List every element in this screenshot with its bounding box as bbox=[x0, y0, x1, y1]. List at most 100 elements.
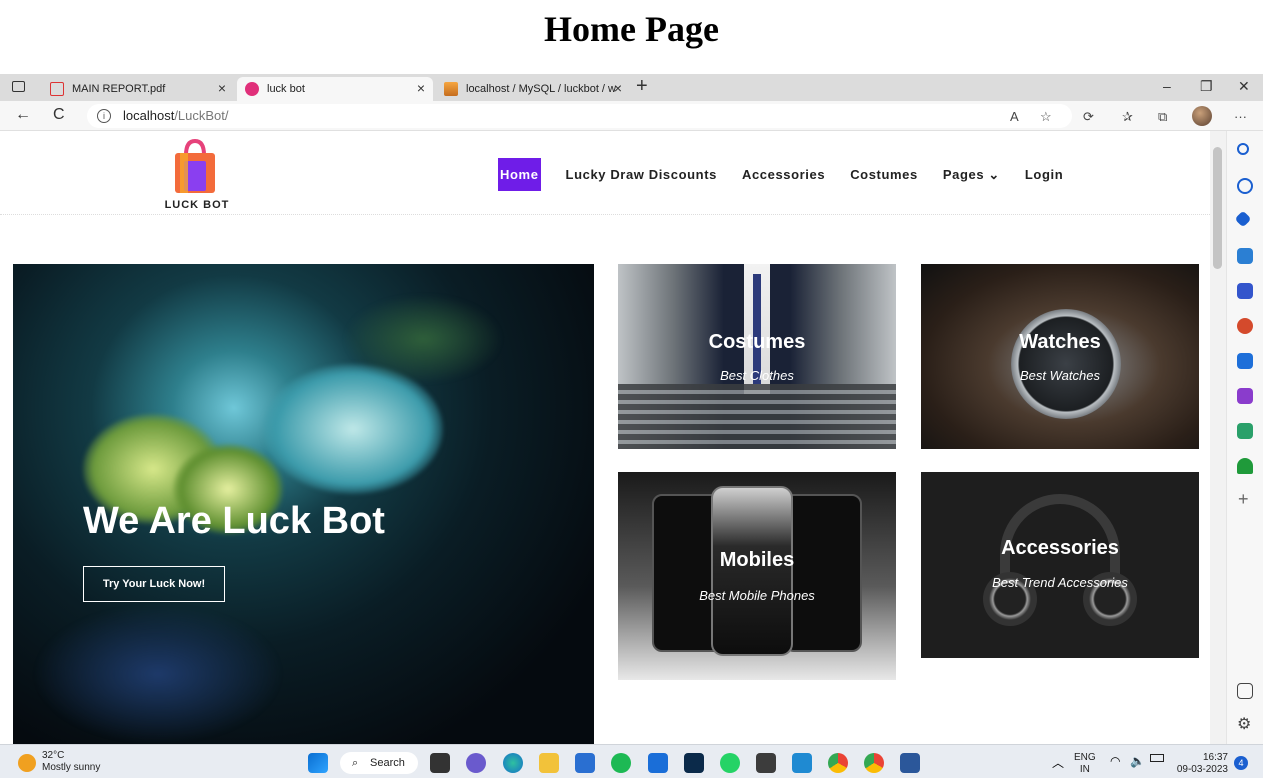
restore-button[interactable]: ❐ bbox=[1200, 78, 1213, 95]
shopping-bag-icon bbox=[175, 138, 215, 193]
close-tab-icon[interactable]: × bbox=[417, 80, 425, 96]
outlook-icon[interactable] bbox=[1237, 353, 1253, 369]
edge-icon[interactable] bbox=[503, 753, 523, 773]
phpmyadmin-icon bbox=[444, 82, 458, 96]
notification-badge[interactable]: 4 bbox=[1234, 756, 1248, 770]
send-icon[interactable] bbox=[1237, 423, 1253, 439]
card-title: Accessories bbox=[1001, 537, 1119, 559]
edge-sidebar: + ⚙ bbox=[1226, 131, 1263, 744]
office-icon[interactable] bbox=[1237, 318, 1253, 334]
menu-accessories[interactable]: Accessories bbox=[742, 167, 825, 182]
photoshop-icon[interactable] bbox=[684, 753, 704, 773]
sublime-text-icon[interactable] bbox=[756, 753, 776, 773]
site-header: LUCK BOT Home Lucky Draw Discounts Acces… bbox=[0, 131, 1210, 215]
luck-bot-favicon-icon bbox=[245, 82, 259, 96]
temperature: 32°C bbox=[42, 750, 65, 761]
battery-icon[interactable] bbox=[1150, 754, 1164, 762]
new-tab-button[interactable]: + bbox=[636, 75, 648, 98]
designer-icon[interactable] bbox=[1237, 388, 1253, 404]
chrome-icon[interactable] bbox=[828, 753, 848, 773]
logo-text: LUCK BOT bbox=[164, 199, 230, 211]
menu-home[interactable]: Home bbox=[498, 158, 541, 191]
minimize-button[interactable]: – bbox=[1163, 78, 1171, 94]
luck-bot-logo[interactable]: LUCK BOT bbox=[162, 137, 232, 211]
whatsapp-icon[interactable] bbox=[720, 753, 740, 773]
menu-lucky-draw-discounts[interactable]: Lucky Draw Discounts bbox=[566, 167, 717, 182]
tab-luck-bot[interactable]: luck bot × bbox=[237, 77, 433, 101]
bing-chat-icon[interactable] bbox=[1237, 178, 1253, 194]
vscode-icon[interactable] bbox=[792, 753, 812, 773]
search-label: Search bbox=[370, 757, 405, 769]
card-subtitle: Best Watches bbox=[1020, 368, 1100, 383]
search-icon[interactable] bbox=[1237, 143, 1249, 155]
task-view-icon[interactable] bbox=[430, 753, 450, 773]
taskbar-search[interactable]: ⌕ Search bbox=[340, 752, 418, 774]
language-indicator[interactable]: ENG IN bbox=[1074, 752, 1096, 776]
games-icon[interactable] bbox=[1237, 283, 1253, 299]
wifi-icon[interactable]: ◠ bbox=[1110, 754, 1120, 768]
favorites-icon[interactable]: ✰ bbox=[1122, 109, 1133, 125]
volume-icon[interactable]: 🔈 bbox=[1130, 754, 1145, 768]
chat-icon[interactable] bbox=[466, 753, 486, 773]
url-host: localhost bbox=[123, 108, 175, 123]
tab-main-report[interactable]: MAIN REPORT.pdf × bbox=[42, 77, 234, 101]
spotify-icon[interactable] bbox=[611, 753, 631, 773]
scrollbar-thumb[interactable] bbox=[1213, 147, 1222, 269]
hide-sidebar-icon[interactable] bbox=[1237, 683, 1253, 699]
card-costumes[interactable]: Costumes Best Clothes bbox=[618, 264, 896, 449]
weather-condition: Mostly sunny bbox=[42, 762, 101, 773]
hero-image-foliage bbox=[33, 604, 283, 744]
card-subtitle: Best Trend Accessories bbox=[992, 575, 1128, 590]
hero-banner: We Are Luck Bot Try Your Luck Now! bbox=[13, 264, 594, 744]
weather-sun-icon bbox=[18, 754, 36, 772]
reload-button[interactable]: C bbox=[53, 106, 65, 124]
page-scrollbar[interactable] bbox=[1210, 131, 1226, 744]
url-path: /LuckBot/ bbox=[174, 108, 229, 123]
weather-widget[interactable]: 32°C Mostly sunny bbox=[42, 750, 100, 774]
close-window-button[interactable]: ✕ bbox=[1238, 78, 1250, 95]
tools-icon[interactable] bbox=[1237, 248, 1253, 264]
try-your-luck-button[interactable]: Try Your Luck Now! bbox=[83, 566, 225, 602]
tab-bar: MAIN REPORT.pdf × luck bot × localhost /… bbox=[0, 74, 1263, 101]
file-explorer-icon[interactable] bbox=[539, 753, 559, 773]
shopping-tag-icon[interactable] bbox=[1234, 210, 1252, 228]
read-aloud-icon[interactable]: A bbox=[1010, 109, 1019, 124]
collections-icon[interactable]: ⧉ bbox=[1158, 109, 1167, 125]
add-sidebar-app-icon[interactable]: + bbox=[1238, 489, 1249, 510]
url-field[interactable]: i localhost/LuckBot/ bbox=[87, 104, 1072, 128]
sidebar-settings-icon[interactable]: ⚙ bbox=[1237, 714, 1251, 734]
menu-costumes[interactable]: Costumes bbox=[850, 167, 918, 182]
close-tab-icon[interactable]: × bbox=[614, 80, 622, 96]
app-icon[interactable] bbox=[648, 753, 668, 773]
back-button[interactable]: ← bbox=[15, 106, 31, 124]
profile-avatar[interactable] bbox=[1192, 106, 1212, 126]
show-hidden-icons-icon[interactable]: ︿ bbox=[1052, 754, 1064, 771]
refresh-extension-icon[interactable]: ⟳ bbox=[1083, 109, 1094, 125]
clock-time: 16:37 bbox=[1202, 752, 1228, 763]
page-viewport: LUCK BOT Home Lucky Draw Discounts Acces… bbox=[0, 131, 1210, 744]
card-mobiles[interactable]: Mobiles Best Mobile Phones bbox=[618, 472, 896, 680]
chrome-profile-icon[interactable] bbox=[864, 753, 884, 773]
main-menu: Home Lucky Draw Discounts Accessories Co… bbox=[498, 158, 1088, 191]
search-icon: ⌕ bbox=[352, 757, 359, 769]
store-icon[interactable] bbox=[575, 753, 595, 773]
close-tab-icon[interactable]: × bbox=[218, 80, 226, 96]
tree-icon[interactable] bbox=[1237, 458, 1253, 474]
card-subtitle: Best Clothes bbox=[720, 368, 794, 383]
page-caption: Home Page bbox=[544, 9, 719, 49]
menu-pages[interactable]: Pages ⌄ bbox=[943, 167, 1000, 183]
windows-start-icon[interactable] bbox=[308, 753, 328, 773]
card-watches[interactable]: Watches Best Watches bbox=[921, 264, 1199, 449]
tab-actions-icon[interactable] bbox=[12, 81, 25, 92]
clock[interactable]: 16:37 09-03-2023 bbox=[1176, 752, 1228, 776]
region-code: IN bbox=[1079, 764, 1090, 775]
menu-login[interactable]: Login bbox=[1025, 167, 1063, 182]
more-options-icon[interactable]: ··· bbox=[1234, 109, 1247, 124]
card-subtitle: Best Mobile Phones bbox=[699, 588, 815, 603]
site-info-icon[interactable]: i bbox=[97, 109, 111, 123]
word-icon[interactable] bbox=[900, 753, 920, 773]
add-favorite-icon[interactable]: ☆ bbox=[1040, 109, 1052, 125]
tab-phpmyadmin[interactable]: localhost / MySQL / luckbot / wi × bbox=[436, 77, 630, 101]
card-title: Costumes bbox=[708, 331, 806, 353]
card-accessories[interactable]: Accessories Best Trend Accessories bbox=[921, 472, 1199, 658]
